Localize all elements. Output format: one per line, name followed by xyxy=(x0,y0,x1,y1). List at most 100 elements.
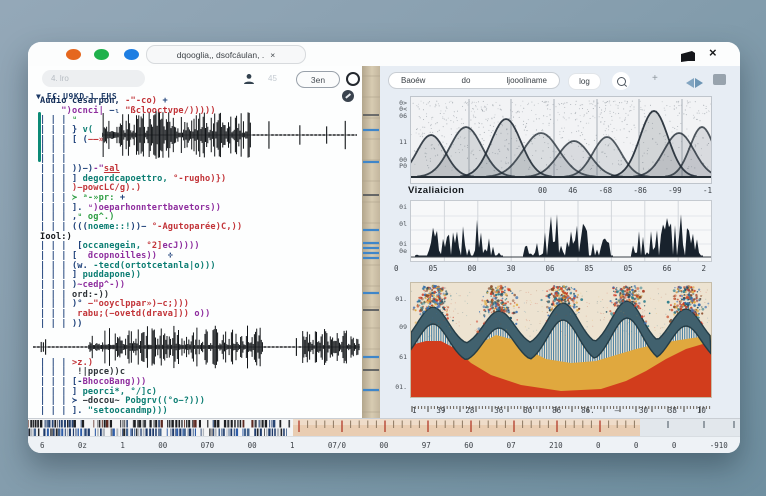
axis-tick: 10 xyxy=(697,406,706,415)
desktop: { "window": { "tab_title": "dqooglia,, d… xyxy=(0,0,766,496)
code-token: | | | (w. xyxy=(40,261,93,271)
code-token: v( xyxy=(83,125,94,135)
code-token: | | | ))−) xyxy=(40,164,93,174)
axis-tick: 00 xyxy=(379,441,388,450)
title-bar: dqooglia,, dsofcáulan, . × × xyxy=(28,42,740,67)
app-window: dqooglia,, dsofcáulan, . × × 4. lro 45 3… xyxy=(28,42,740,453)
code-line[interactable]: | | | ]. "setoocandmp))) xyxy=(40,407,358,417)
code-token: | | | xyxy=(40,115,72,125)
segment-option-2[interactable]: do xyxy=(462,76,471,85)
code-token: | | | xyxy=(40,290,72,300)
axis-tick: 0 xyxy=(394,264,399,273)
browser-tab[interactable]: dqooglia,, dsofcáulan, . × xyxy=(146,45,306,64)
axis-tick: -99 xyxy=(668,186,682,195)
axis-tick: 1 xyxy=(120,441,125,450)
traffic-light-close[interactable] xyxy=(66,49,81,60)
audio-waveform-2[interactable] xyxy=(33,324,360,375)
playback-controls[interactable] xyxy=(686,75,703,93)
code-token: | | | ] xyxy=(40,387,83,397)
code-token: °-Agutoparée)C,)) xyxy=(152,222,243,232)
axis-tick: 0 xyxy=(634,441,639,450)
code-token: + xyxy=(157,96,168,106)
code-token: ))− xyxy=(131,222,152,232)
axis-tick: 0 xyxy=(672,441,677,450)
segment-option-3[interactable]: ljoooliname xyxy=(507,76,547,85)
code-token: degordcapoettro, xyxy=(83,174,168,184)
window-close-icon[interactable]: × xyxy=(709,45,717,60)
axis-tick: 00 xyxy=(248,441,257,450)
chart3-x-axis: 1 39 28 36 30 86 86. — 30 38 10 xyxy=(412,406,706,415)
amplitude-chart[interactable] xyxy=(410,200,712,262)
chart3-tick-strip xyxy=(410,399,712,405)
axis-tick: 28 xyxy=(465,406,474,415)
y-axis-tick: 0e xyxy=(399,247,407,255)
axis-tick: 210 xyxy=(549,441,563,450)
editor-search-input[interactable]: 4. lro xyxy=(42,70,145,87)
timeline-ruler[interactable] xyxy=(28,418,740,437)
axis-tick: 05 xyxy=(428,264,437,273)
axis-tick: 36 xyxy=(494,406,503,415)
code-token: ᵘ)oeparhonntertbavetors)) xyxy=(88,203,221,213)
audio-waveform-1[interactable] xyxy=(102,110,357,165)
log-scale-button[interactable]: log xyxy=(568,73,601,90)
chart1-x-axis: 0046-68-86-99-1 xyxy=(538,186,712,195)
tab-title: dqooglia,, dsofcáulan, . xyxy=(177,50,264,60)
code-token: ord:-)) xyxy=(72,290,109,300)
minimap-scrollbar[interactable] xyxy=(362,66,380,418)
code-token: | | | ((( xyxy=(40,222,88,232)
traffic-light-zoom[interactable] xyxy=(124,49,139,60)
axis-tick: 07 xyxy=(507,441,516,450)
code-token: -tecd(ortotcetanla|o))) xyxy=(93,261,215,271)
axis-tick: 30 xyxy=(506,264,515,273)
code-token: °2] xyxy=(141,241,162,251)
record-icon[interactable] xyxy=(346,72,360,86)
axis-tick: — xyxy=(615,406,620,415)
code-token: | | | ]. xyxy=(40,203,88,213)
traffic-light-minimize[interactable] xyxy=(94,49,109,60)
run-button[interactable]: 3en xyxy=(296,71,340,88)
code-token: | | | [- xyxy=(40,377,83,387)
zoom-in-icon[interactable]: + xyxy=(652,73,658,84)
axis-tick: 38 xyxy=(668,406,677,415)
timeline-labels: 60z10007000107/000976007210000-910 xyxy=(28,436,740,453)
search-button[interactable] xyxy=(612,72,630,90)
code-token: ≻ ᵃ-»pr: xyxy=(72,193,120,203)
code-token: "setoocandmp))) xyxy=(88,406,168,416)
collab-count: 45 xyxy=(268,74,277,83)
code-token: −docou~ xyxy=(83,396,126,406)
axis-tick: -910 xyxy=(710,441,728,450)
user-icon[interactable] xyxy=(243,72,255,90)
axis-tick: 86 xyxy=(552,406,561,415)
axis-tick: 46 xyxy=(568,186,577,195)
y-axis-tick: 01. xyxy=(395,383,407,391)
axis-tick: 1 xyxy=(412,406,417,415)
spectrogram-chart[interactable] xyxy=(410,282,712,398)
ridgeline-chart[interactable] xyxy=(410,96,712,184)
stop-icon[interactable] xyxy=(713,74,726,85)
code-token: + xyxy=(120,193,125,203)
code-token: -"-co) xyxy=(120,96,157,106)
next-icon[interactable] xyxy=(695,78,703,88)
axis-tick: 86. xyxy=(581,406,595,415)
run-button-label: 3en xyxy=(311,75,325,85)
axis-tick: 0 xyxy=(596,441,601,450)
code-line[interactable]: | | | (((noeme::!))− °-Agutoparée)C,)) xyxy=(40,223,358,233)
axis-tick: 39 xyxy=(436,406,445,415)
code-token: sal xyxy=(104,164,120,174)
tab-close-icon[interactable]: × xyxy=(270,50,275,60)
code-token: | | | xyxy=(40,183,72,193)
y-axis-labels: 0>0<061100P00i0l0i0e01.096101. xyxy=(382,66,409,418)
code-line[interactable]: | | | rabu;(−ovetd(drava])) o)) xyxy=(40,310,358,320)
code-token: | | | xyxy=(40,154,67,164)
code-token: | | | xyxy=(40,193,72,203)
code-token: occanegein, xyxy=(83,241,142,251)
y-axis-tick: P0 xyxy=(399,162,407,170)
axis-tick: 06 xyxy=(545,264,554,273)
y-axis-tick: 0i xyxy=(399,203,407,211)
axis-tick: 30 xyxy=(523,406,532,415)
visualization-panel: Baoéw do ljoooliname log + 0>0<061100P00… xyxy=(380,66,740,418)
prev-icon[interactable] xyxy=(686,78,694,88)
axis-tick: -68 xyxy=(599,186,613,195)
view-segmented-control[interactable]: Baoéw do ljoooliname xyxy=(388,72,560,89)
axis-tick: 30 xyxy=(639,406,648,415)
